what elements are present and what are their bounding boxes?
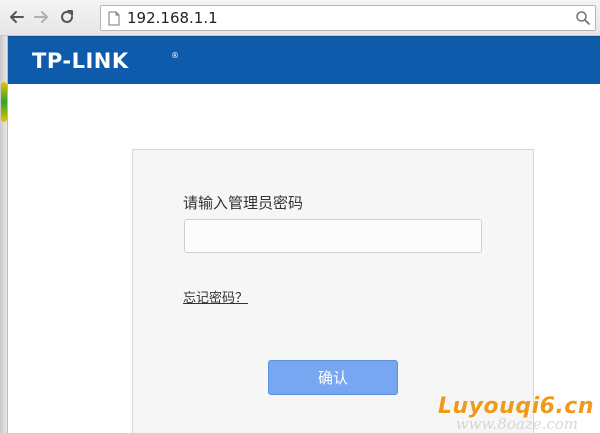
tp-link-logo: TP-LINK	[32, 49, 129, 73]
login-card: 请输入管理员密码 忘记密码？ 确认	[132, 149, 534, 433]
url-text[interactable]: 192.168.1.1	[127, 8, 218, 28]
password-prompt: 请输入管理员密码	[183, 194, 304, 212]
search-icon[interactable]	[575, 10, 591, 26]
reload-icon[interactable]	[56, 6, 78, 28]
forgot-password-link[interactable]: 忘记密码？	[183, 287, 248, 306]
brand-header: TP-LINK ®	[8, 36, 600, 84]
address-bar[interactable]: 192.168.1.1	[100, 5, 596, 31]
status-indicator	[1, 82, 7, 122]
forward-arrow-icon[interactable]	[30, 6, 52, 28]
browser-toolbar: 192.168.1.1	[0, 0, 600, 36]
window-side-strip	[0, 36, 8, 433]
back-arrow-icon[interactable]	[6, 6, 28, 28]
confirm-button[interactable]: 确认	[268, 360, 398, 395]
page-icon	[108, 11, 120, 26]
watermark-main: Luyouqi6.cn	[438, 394, 594, 419]
watermark: www.8oaze.com Luyouqi6.cn	[384, 394, 594, 433]
password-input[interactable]	[184, 219, 482, 253]
registered-mark: ®	[171, 51, 179, 60]
